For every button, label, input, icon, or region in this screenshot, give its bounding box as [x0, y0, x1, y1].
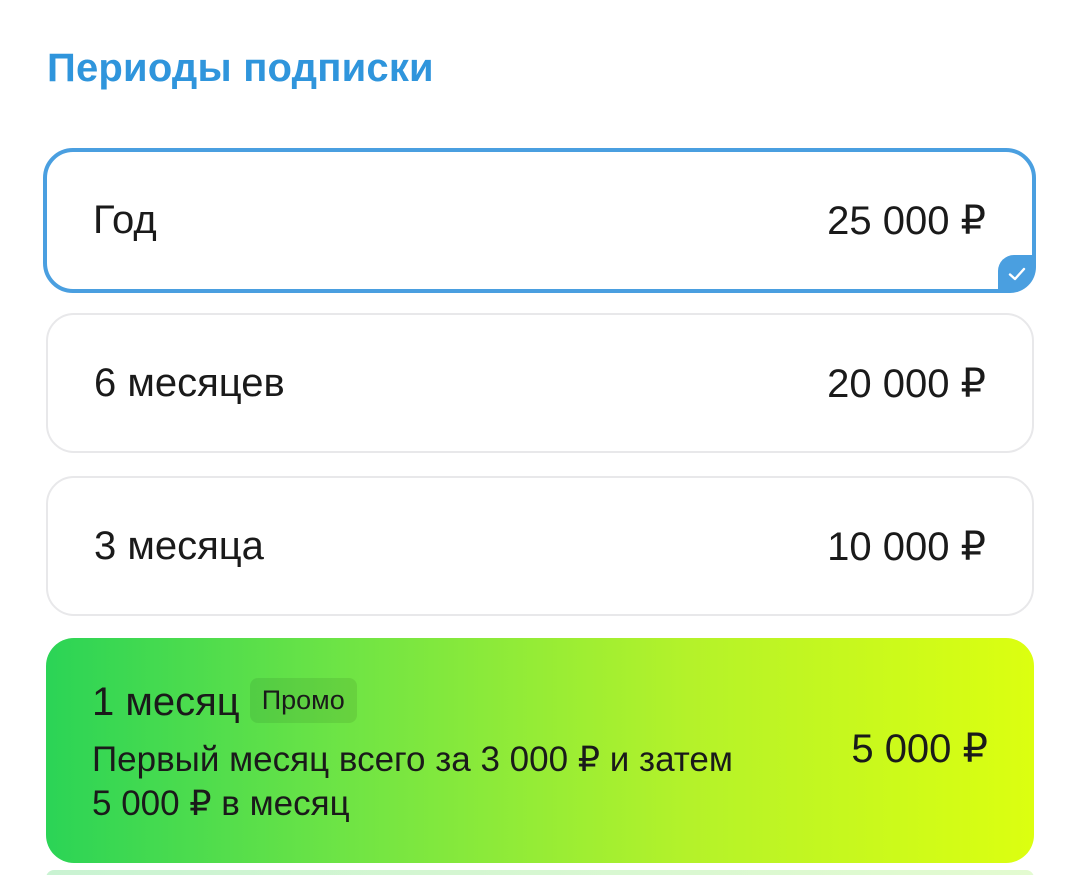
- selected-check-badge: [998, 255, 1036, 293]
- plan-name: 3 месяца: [94, 524, 264, 568]
- plan-option-6-months[interactable]: 6 месяцев 20 000 ₽: [46, 313, 1034, 453]
- plan-price: 10 000 ₽: [827, 525, 986, 569]
- promo-badge: Промо: [249, 677, 357, 723]
- check-icon: [1008, 267, 1026, 281]
- plan-name-row: 1 месяц Промо: [92, 677, 357, 727]
- plan-price: 25 000 ₽: [827, 199, 986, 243]
- section-title: Периоды подписки: [47, 46, 434, 90]
- subscription-periods-screen: Периоды подписки Год 25 000 ₽ 6 месяцев …: [0, 0, 1080, 875]
- plan-option-1-month-promo[interactable]: 1 месяц Промо Первый месяц всего за 3 000…: [46, 638, 1034, 863]
- plan-option-year[interactable]: Год 25 000 ₽: [43, 148, 1036, 293]
- plan-name: 6 месяцев: [94, 361, 285, 405]
- plan-price: 20 000 ₽: [827, 362, 986, 406]
- plan-option-3-months[interactable]: 3 месяца 10 000 ₽: [46, 476, 1034, 616]
- plan-name: 1 месяц: [92, 680, 240, 724]
- plan-price: 5 000 ₽: [851, 727, 988, 771]
- next-card-edge: [46, 870, 1034, 875]
- plan-name: Год: [93, 198, 157, 242]
- promo-description: Первый месяц всего за 3 000 ₽ и затем 5 …: [92, 740, 733, 823]
